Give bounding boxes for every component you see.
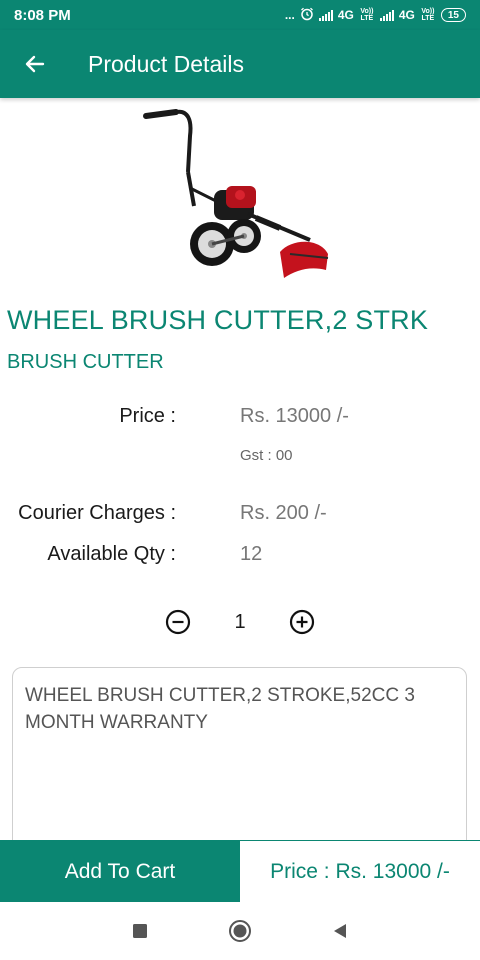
product-details-screen: 8:08 PM ... 4G Vo)) LTE 4G Vo)) LTE 15 P… [0,0,480,960]
gst-text: Gst : 00 [240,447,293,464]
bottom-action-bar: Add To Cart Price : Rs. 13000 /- [0,840,480,903]
available-qty-label: Available Qty : [47,543,176,565]
back-arrow-icon [25,55,45,73]
home-circle-icon [229,920,251,942]
back-button[interactable] [0,30,70,98]
plus-circle-icon [289,609,315,635]
quantity-count: 1 [234,610,246,633]
volte-badge-1: Vo)) LTE [360,8,374,22]
product-description[interactable]: WHEEL BRUSH CUTTER,2 STROKE,52CC 3 MONTH… [12,667,467,857]
back-triangle-icon [334,924,346,938]
network-type-1: 4G [337,8,354,22]
status-icons: ... 4G Vo)) LTE 4G Vo)) LTE 15 [285,7,466,24]
volte-badge-2: Vo)) LTE [421,8,435,22]
product-category: BRUSH CUTTER [7,351,164,373]
status-bar: 8:08 PM ... 4G Vo)) LTE 4G Vo)) LTE 15 [0,0,480,30]
add-to-cart-button[interactable]: Add To Cart [0,841,240,903]
signal-icon [318,9,333,21]
product-name: WHEEL BRUSH CUTTER,2 STRK [7,305,429,335]
total-price: Price : Rs. 13000 /- [270,860,450,883]
page-title: Product Details [88,50,244,77]
status-time: 8:08 PM [14,6,71,24]
increase-quantity-button[interactable] [284,604,320,640]
system-navigation-bar [0,902,480,960]
recents-button[interactable] [90,902,190,960]
alarm-icon [300,7,314,24]
wheel-brush-cutter-image [143,109,329,278]
network-type-2: 4G [398,8,415,22]
minus-circle-icon [165,609,191,635]
notification-dots: ... [284,8,295,22]
signal-icon [379,9,394,21]
battery-icon: 15 [440,8,466,22]
price-value: Rs. 13000 /- [240,405,349,427]
home-button[interactable] [190,902,290,960]
available-qty-value: 12 [240,543,263,565]
quantity-stepper: 1 [160,604,320,640]
decrease-quantity-button[interactable] [160,604,196,640]
price-label: Price : [119,405,176,427]
recents-square-icon [133,924,147,938]
courier-charges-value: Rs. 200 /- [240,502,327,524]
courier-charges-label: Courier Charges : [18,502,176,524]
app-bar: Product Details [0,30,480,98]
system-back-button[interactable] [290,902,390,960]
